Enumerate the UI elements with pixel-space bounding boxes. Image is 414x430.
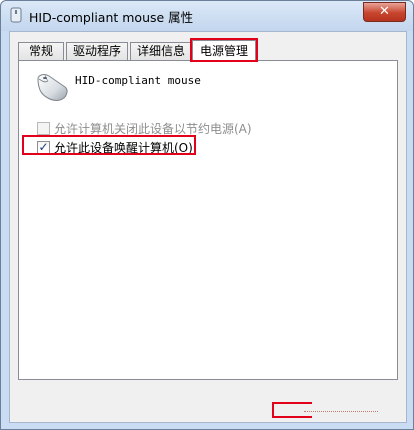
ok-highlight-box [272, 402, 312, 418]
tab-details[interactable]: 详细信息 [130, 42, 192, 61]
allow-power-off-checkbox [37, 122, 50, 135]
close-icon: ✕ [379, 4, 390, 19]
allow-wake-label[interactable]: 允许此设备唤醒计算机(O) [54, 140, 193, 156]
device-name: HID-compliant mouse [75, 74, 201, 87]
power-management-panel: HID-compliant mouse 允许计算机关闭此设备以节约电源(A) ✓… [18, 60, 398, 380]
mouse-icon [37, 74, 68, 101]
properties-dialog: HID-compliant mouse 属性 ✕ 常规 驱动程序 详细信息 电源… [0, 0, 414, 430]
checkmark-icon: ✓ [38, 140, 49, 154]
ok-button[interactable] [270, 400, 388, 418]
allow-wake-checkbox[interactable]: ✓ [37, 140, 50, 154]
device-manager-icon [10, 7, 22, 23]
button-bar [10, 380, 406, 422]
title-bar[interactable]: HID-compliant mouse 属性 ✕ [1, 1, 413, 31]
tab-driver[interactable]: 驱动程序 [66, 42, 128, 61]
button-edge [304, 411, 378, 415]
dialog-body: 常规 驱动程序 详细信息 电源管理 HID-compliant mouse 允许… [9, 31, 407, 423]
allow-power-off-label: 允许计算机关闭此设备以节约电源(A) [54, 122, 252, 136]
window-title: HID-compliant mouse 属性 [29, 10, 194, 25]
tab-power-management[interactable]: 电源管理 [192, 40, 256, 62]
close-button[interactable]: ✕ [363, 2, 406, 22]
tab-general[interactable]: 常规 [18, 42, 64, 61]
